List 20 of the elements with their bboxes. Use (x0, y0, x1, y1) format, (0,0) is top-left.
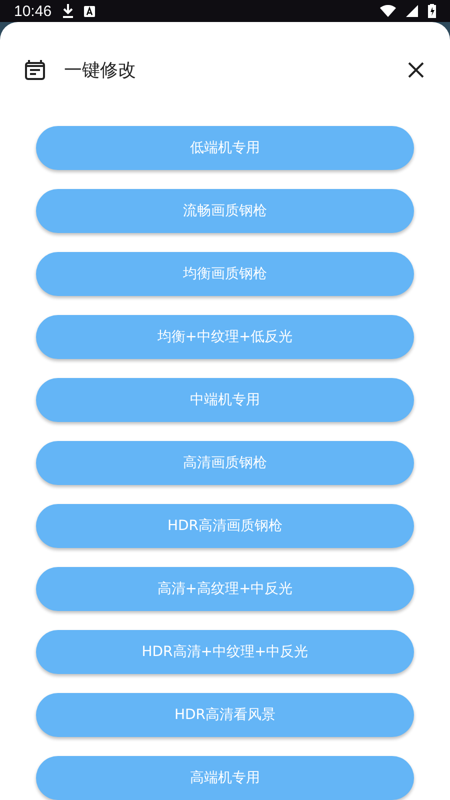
preset-button[interactable]: 流畅画质钢枪 (36, 189, 414, 233)
preset-button[interactable]: HDR高清+中纹理+中反光 (36, 630, 414, 674)
preset-button[interactable]: 高清+高纹理+中反光 (36, 567, 414, 611)
calendar-icon (24, 59, 46, 81)
notification-icon (84, 6, 95, 16)
preset-button[interactable]: 高清画质钢枪 (36, 441, 414, 485)
preset-button[interactable]: 均衡+中纹理+低反光 (36, 315, 414, 359)
preset-button[interactable]: 均衡画质钢枪 (36, 252, 414, 296)
wifi-icon (380, 5, 396, 17)
battery-icon (428, 4, 436, 18)
dialog-title: 一键修改 (64, 59, 137, 82)
preset-button[interactable]: HDR高清画质钢枪 (36, 504, 414, 548)
status-time: 10:46 (14, 2, 52, 20)
preset-button[interactable]: 低端机专用 (36, 126, 414, 170)
preset-button[interactable]: 中端机专用 (36, 378, 414, 422)
close-icon (408, 62, 424, 78)
preset-button[interactable]: HDR高清看风景 (36, 693, 414, 737)
signal-icon (406, 5, 418, 17)
download-icon (62, 4, 74, 18)
preset-button[interactable]: 高端机专用 (36, 756, 414, 800)
